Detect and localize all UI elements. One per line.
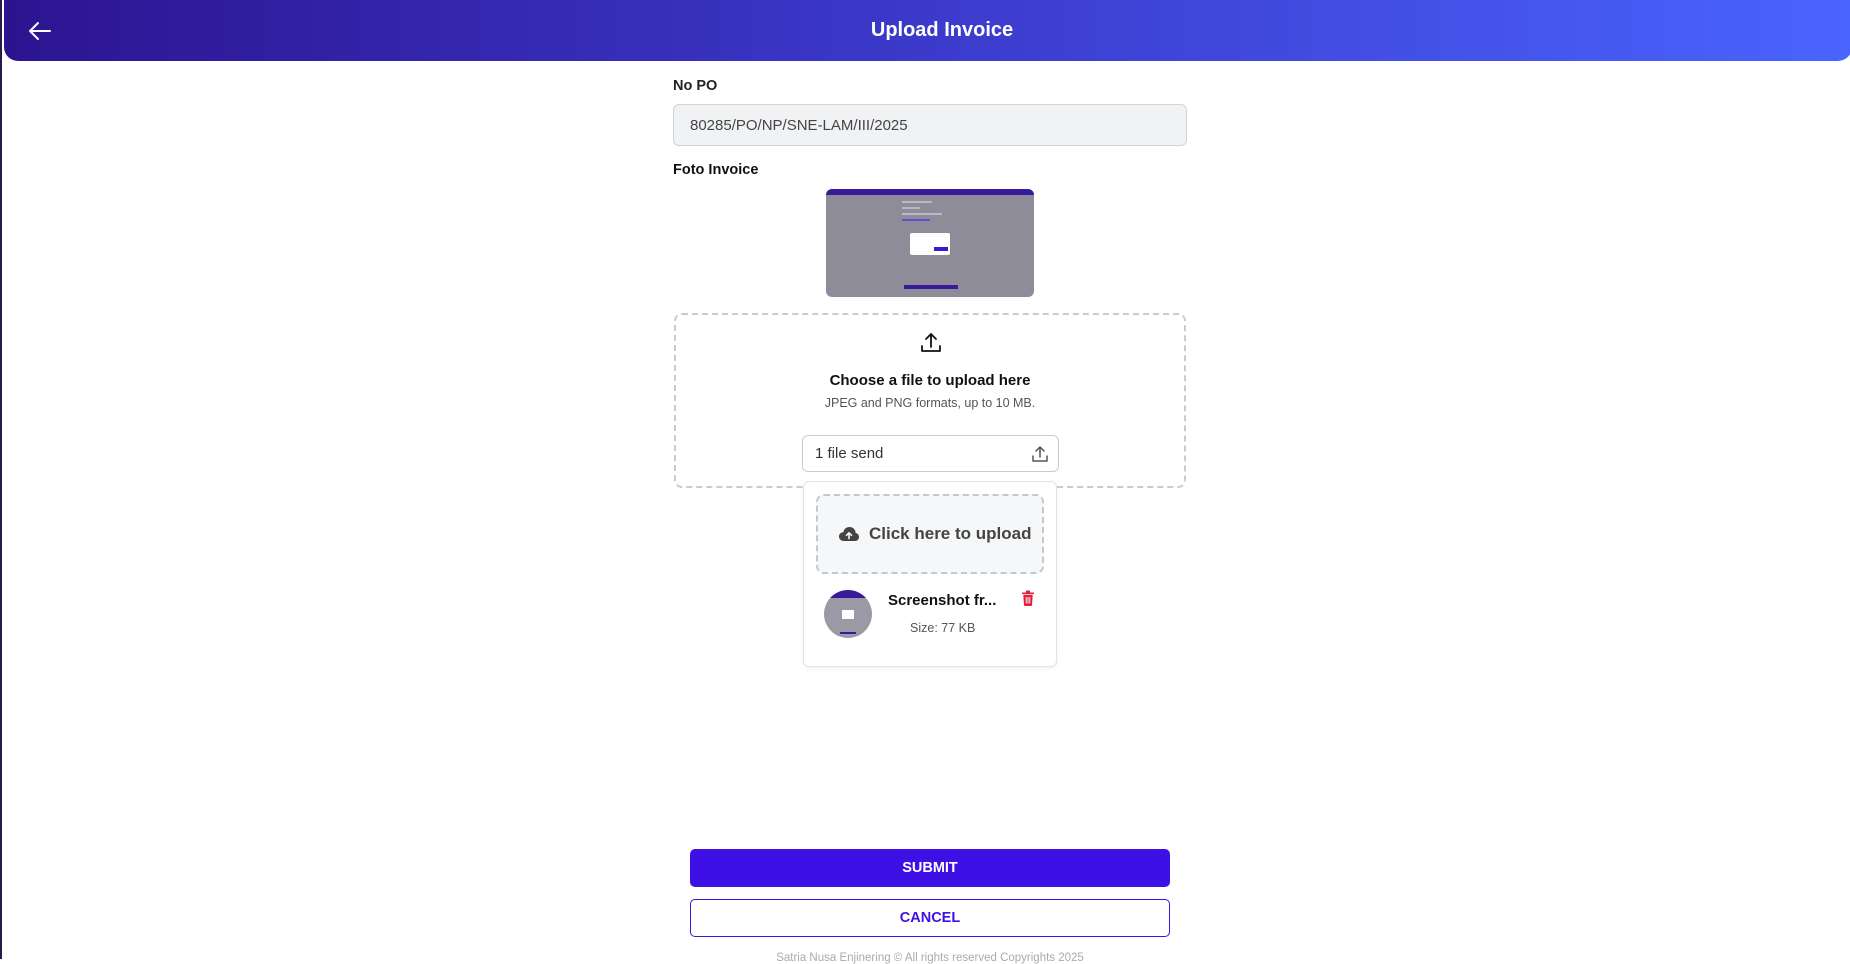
app-header <box>4 0 1850 61</box>
file-select-input[interactable]: 1 file send <box>802 435 1059 472</box>
file-count-text: 1 file send <box>815 445 884 462</box>
cloud-upload-icon <box>839 527 859 541</box>
submit-button[interactable]: SUBMIT <box>690 849 1170 887</box>
footer-copyright: Satria Nusa Enjinering © All rights rese… <box>776 952 1084 964</box>
file-thumbnail <box>824 590 872 638</box>
po-label: No PO <box>673 78 718 94</box>
invoice-preview-image <box>826 189 1034 297</box>
click-to-upload-label: Click here to upload <box>869 524 1032 543</box>
file-name: Screenshot fr... <box>888 592 997 609</box>
back-button[interactable] <box>24 16 56 46</box>
dropzone-subtitle: JPEG and PNG formats, up to 10 MB. <box>824 396 1036 410</box>
file-size: Size: 77 KB <box>910 621 976 635</box>
dropzone-title: Choose a file to upload here <box>829 372 1031 389</box>
upload-icon <box>921 333 941 352</box>
po-number-field[interactable] <box>673 104 1187 146</box>
app-frame: Upload Invoice No PO Foto Invoice Choose… <box>0 0 1850 964</box>
arrow-left-icon <box>29 22 51 40</box>
upload-icon <box>1032 446 1048 462</box>
click-to-upload-button[interactable]: Click here to upload <box>816 494 1044 574</box>
trash-icon[interactable] <box>1021 590 1035 606</box>
photo-label: Foto Invoice <box>673 162 759 178</box>
cancel-button[interactable]: CANCEL <box>690 899 1170 937</box>
